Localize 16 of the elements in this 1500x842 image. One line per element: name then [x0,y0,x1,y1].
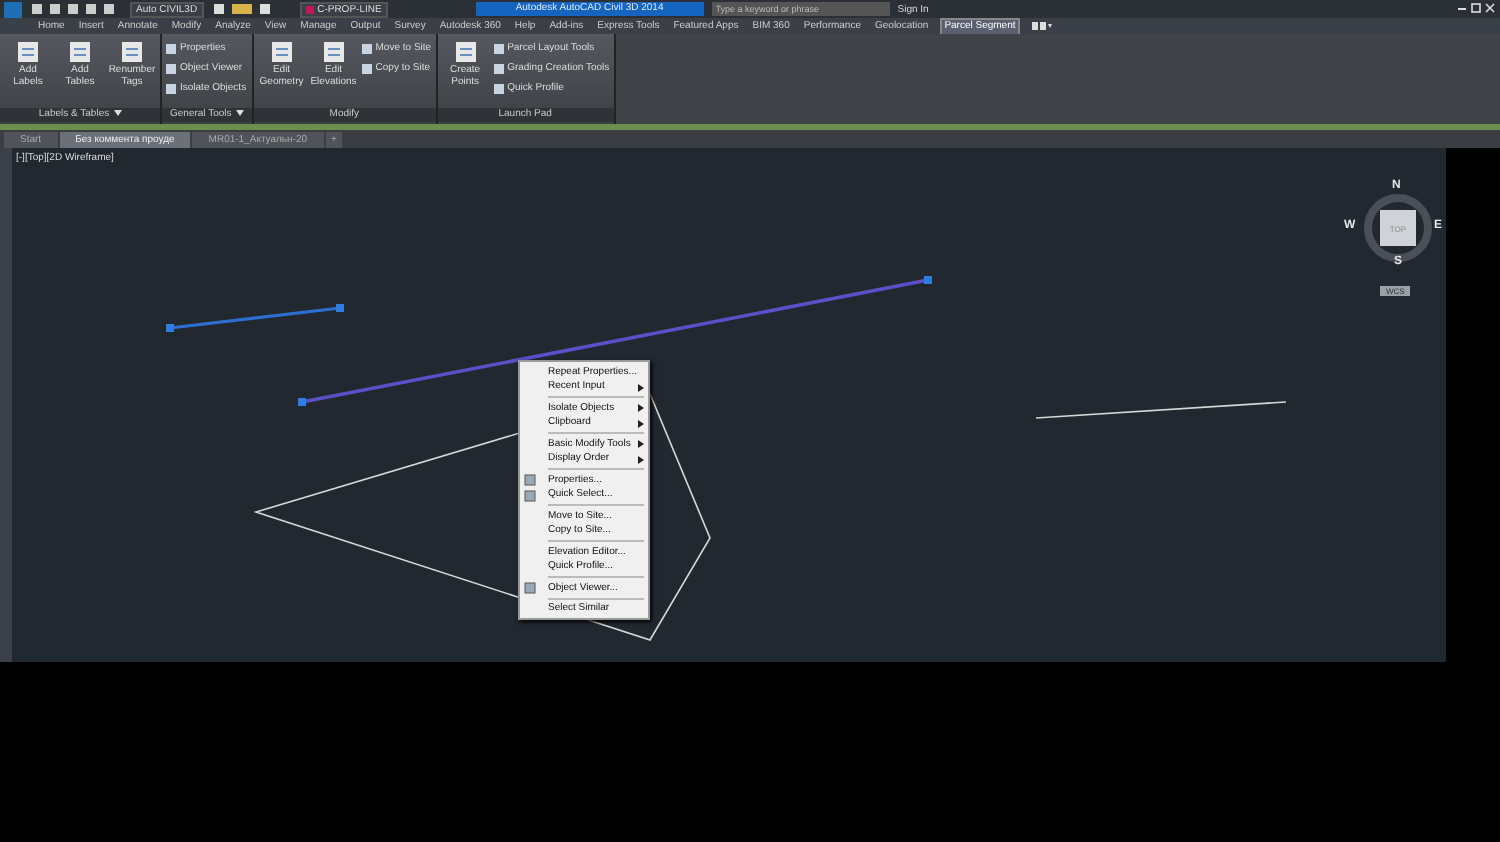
caret-icon [113,110,122,116]
document-icon [453,40,478,64]
selected-line[interactable] [298,276,932,406]
submenu-arrow-icon [638,383,644,391]
document-icon [269,40,294,64]
window-controls-icon[interactable] [1456,2,1496,16]
document-icon [321,40,346,64]
caret-icon [235,110,244,116]
menu-item-icon [524,582,536,594]
document-icon [120,40,144,64]
document-icon [68,40,92,64]
drawing-canvas[interactable] [12,148,1446,662]
app-logo-icon[interactable] [4,1,22,17]
tab-options-icon[interactable] [1029,20,1054,32]
line-segment[interactable] [1035,401,1287,419]
document-icon [16,40,40,64]
